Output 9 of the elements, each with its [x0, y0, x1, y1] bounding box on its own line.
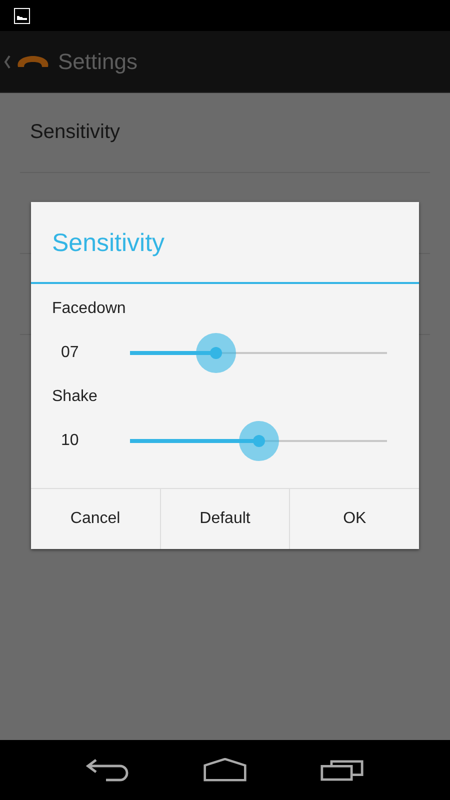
dialog-button[interactable]: Cancel — [31, 489, 161, 549]
slider-label: Facedown — [52, 300, 127, 319]
slider-value: 10 — [60, 432, 80, 450]
dialog-button[interactable]: OK — [290, 489, 420, 549]
dialog-title: Sensitivity — [31, 202, 419, 284]
slider-value: 07 — [60, 344, 80, 362]
screen-title: Settings — [58, 48, 138, 74]
dialog-button[interactable]: Default — [160, 489, 290, 549]
slider-label: Shake — [52, 388, 98, 407]
